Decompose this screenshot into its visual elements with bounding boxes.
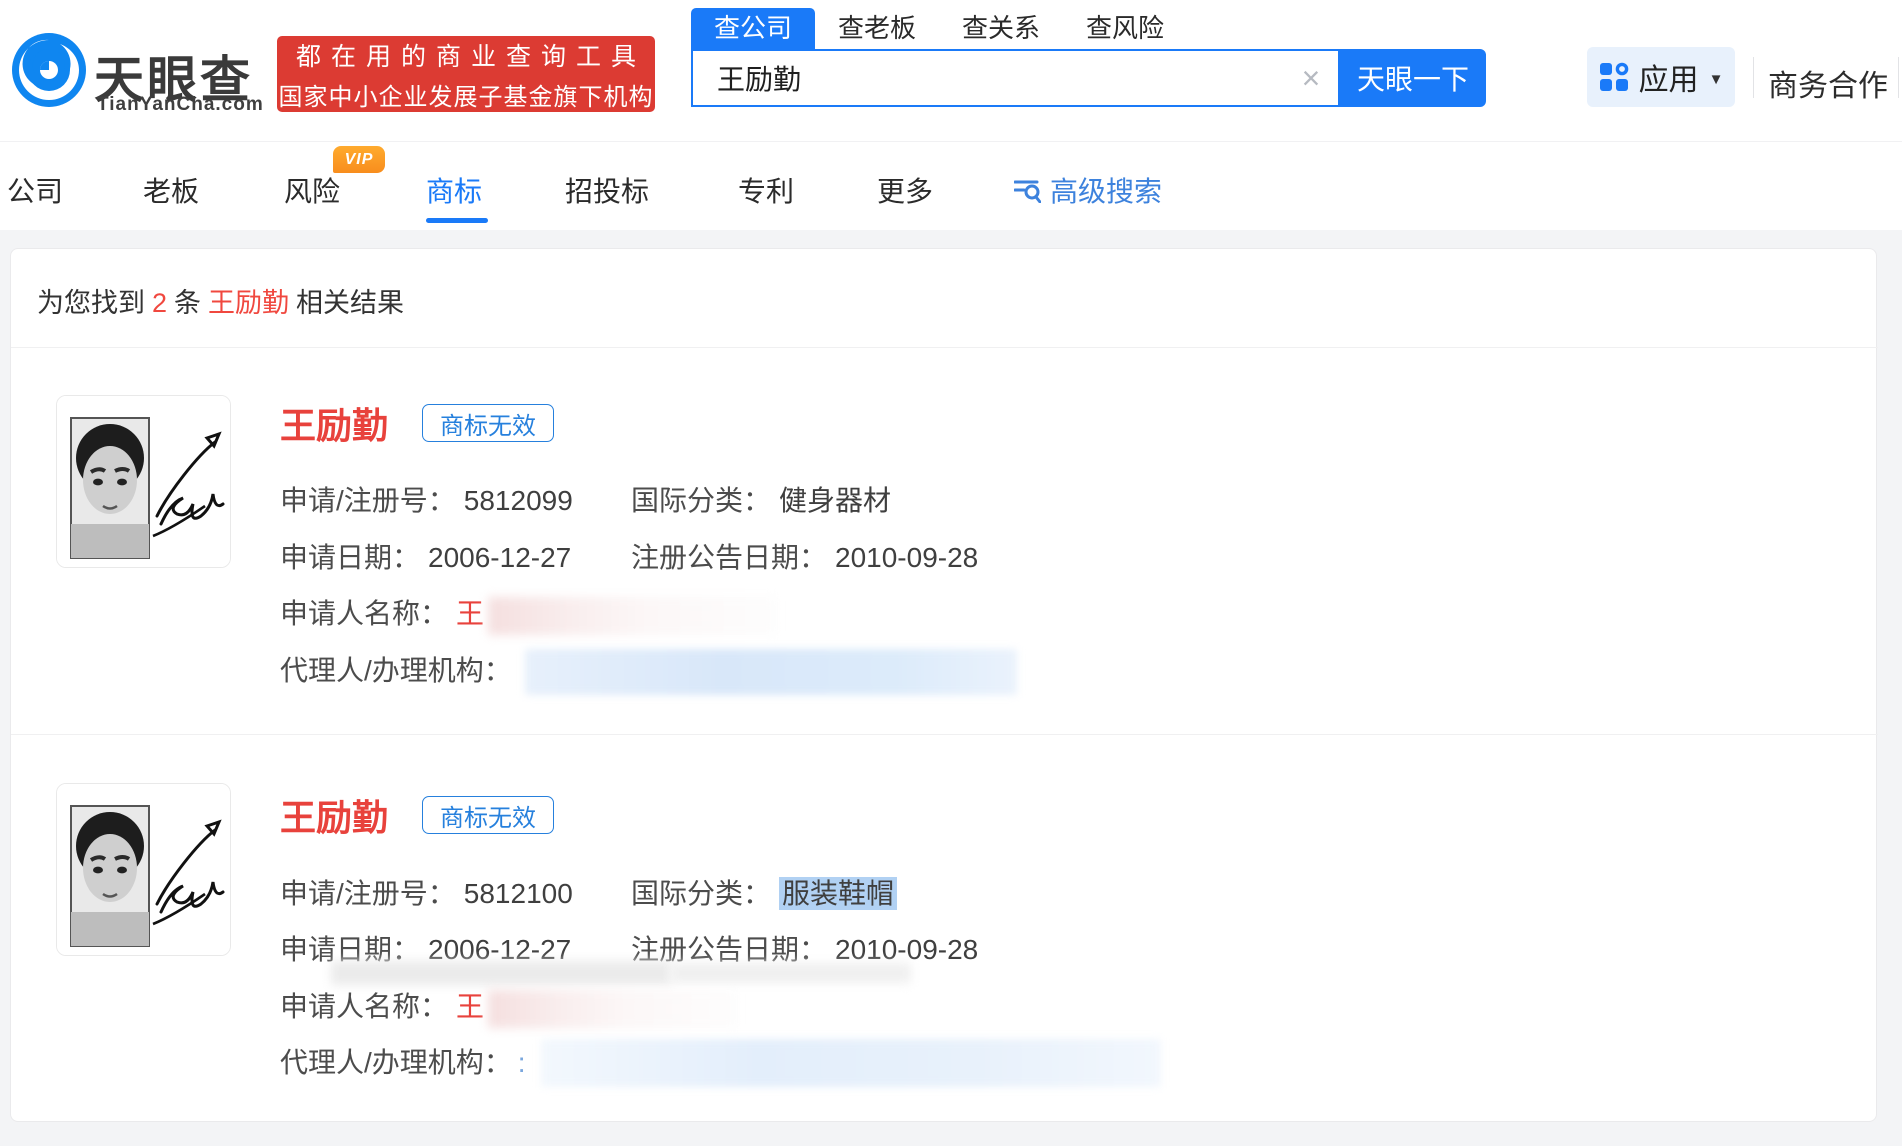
announce-date-value: 2010-09-28 [835, 934, 978, 965]
result-title[interactable]: 王励勤 [280, 397, 388, 449]
portrait-signature-image [57, 396, 231, 568]
promo-banner-line1: 都在用的商业查询工具 [296, 37, 646, 73]
redacted-applicant-blur [488, 597, 778, 635]
advanced-search-link[interactable]: 高级搜索 [1014, 170, 1162, 210]
summary-count: 2 [152, 288, 167, 318]
agent-colon: : [518, 1047, 526, 1078]
promo-banner: 都在用的商业查询工具 国家中小企业发展子基金旗下机构 [277, 36, 655, 112]
redacted-agent-blur [525, 649, 1017, 695]
summary-unit: 条 [174, 288, 201, 318]
summary-suffix: 相关结果 [296, 288, 404, 318]
field-row: 申请/注册号：5812100 国际分类：服装鞋帽 [280, 872, 573, 912]
reg-no-label: 申请/注册号： [280, 878, 456, 909]
nav-tab-patent[interactable]: 专利 [738, 170, 794, 210]
intl-class-value: 健身器材 [779, 485, 891, 516]
agent-label: 代理人/办理机构： [280, 655, 512, 686]
header-divider [1753, 57, 1754, 98]
result-category-nav: 公司 老板 风险 VIP 商标 招投标 专利 更多 高级搜索 [0, 141, 1902, 230]
summary-divider [11, 347, 1878, 348]
results-summary: 为您找到2条王励勤相关结果 [37, 281, 404, 320]
field-row: 申请人名称： 王 [280, 592, 778, 635]
clear-search-icon[interactable]: × [1293, 60, 1329, 97]
field-row: 代理人/办理机构： [280, 649, 512, 689]
agent-label: 代理人/办理机构： [280, 1047, 512, 1078]
apply-date-label: 申请日期： [280, 542, 420, 573]
reg-no-label: 申请/注册号： [280, 485, 456, 516]
apply-date-value: 2006-12-27 [428, 542, 571, 573]
announce-date-value: 2010-09-28 [835, 542, 978, 573]
applicant-label: 申请人名称： [280, 598, 448, 629]
intl-class-value-highlighted: 服装鞋帽 [779, 877, 897, 910]
nav-tab-trademark[interactable]: 商标 [426, 170, 482, 210]
search-type-tabs: 查公司 查老板 查关系 查风险 [691, 8, 1187, 49]
summary-keyword: 王励勤 [208, 288, 289, 318]
promo-banner-line2: 国家中小企业发展子基金旗下机构 [279, 77, 654, 112]
apps-menu-label: 应用 [1639, 55, 1699, 99]
site-header: 天眼查 TianYanCha.com 都在用的商业查询工具 国家中小企业发展子基… [0, 0, 1902, 141]
search-tab-boss[interactable]: 查老板 [815, 8, 939, 49]
nav-tab-risk[interactable]: 风险 [284, 170, 340, 210]
search-input[interactable] [691, 49, 1340, 107]
field-row: 申请人名称： 王 [280, 985, 738, 1028]
redacted-applicant-blur [488, 990, 738, 1028]
business-cooperation-link[interactable]: 商务合作 [1768, 61, 1888, 105]
apps-grid-icon [1599, 62, 1629, 92]
nav-tab-boss[interactable]: 老板 [143, 170, 199, 210]
search-tab-risk[interactable]: 查风险 [1063, 8, 1187, 49]
field-row: 代理人/办理机构：: [280, 1041, 526, 1081]
reg-no-value: 5812100 [464, 878, 573, 909]
caret-down-icon: ▼ [1709, 71, 1724, 88]
card-divider [11, 734, 1878, 735]
trademark-image[interactable] [56, 783, 231, 956]
trademark-status-badge: 商标无效 [422, 796, 554, 834]
portrait-signature-image [57, 784, 231, 956]
trademark-status-badge: 商标无效 [422, 404, 554, 442]
search-tab-relation[interactable]: 查关系 [939, 8, 1063, 49]
advanced-search-label: 高级搜索 [1050, 170, 1162, 210]
reg-no-value: 5812099 [464, 485, 573, 516]
active-tab-underline [426, 218, 488, 223]
announce-date-label: 注册公告日期： [631, 542, 827, 573]
trademark-image[interactable] [56, 395, 231, 568]
nav-tab-more[interactable]: 更多 [877, 170, 933, 210]
tianyancha-logo-icon[interactable] [12, 33, 86, 107]
field-row: 申请日期：2006-12-27 注册公告日期：2010-09-28 [280, 536, 571, 576]
nav-tab-bidding[interactable]: 招投标 [565, 170, 649, 210]
intl-class-label: 国际分类： [631, 878, 771, 909]
summary-prefix: 为您找到 [37, 288, 145, 318]
results-panel: 为您找到2条王励勤相关结果 王励勤 商标无效 申请/注册号：5812099 国际… [10, 248, 1877, 1122]
redacted-agent-blur [541, 1039, 1161, 1087]
result-title[interactable]: 王励勤 [280, 789, 388, 841]
field-row: 申请/注册号：5812099 国际分类：健身器材 [280, 479, 573, 519]
intl-class-label: 国际分类： [631, 485, 771, 516]
nav-tab-company[interactable]: 公司 [7, 170, 63, 210]
applicant-label: 申请人名称： [280, 991, 448, 1022]
advanced-search-icon [1014, 177, 1041, 203]
redaction-smudge [331, 961, 671, 985]
redaction-smudge [671, 963, 911, 983]
brand-domain: TianYanCha.com [97, 94, 264, 116]
vip-badge: VIP [333, 146, 385, 173]
applicant-value[interactable]: 王 [456, 991, 484, 1022]
apps-menu-button[interactable]: 应用 ▼ [1587, 47, 1735, 107]
header-divider-right [1898, 57, 1899, 98]
search-tab-company[interactable]: 查公司 [691, 8, 815, 49]
applicant-value[interactable]: 王 [456, 598, 484, 629]
search-button[interactable]: 天眼一下 [1340, 49, 1486, 107]
